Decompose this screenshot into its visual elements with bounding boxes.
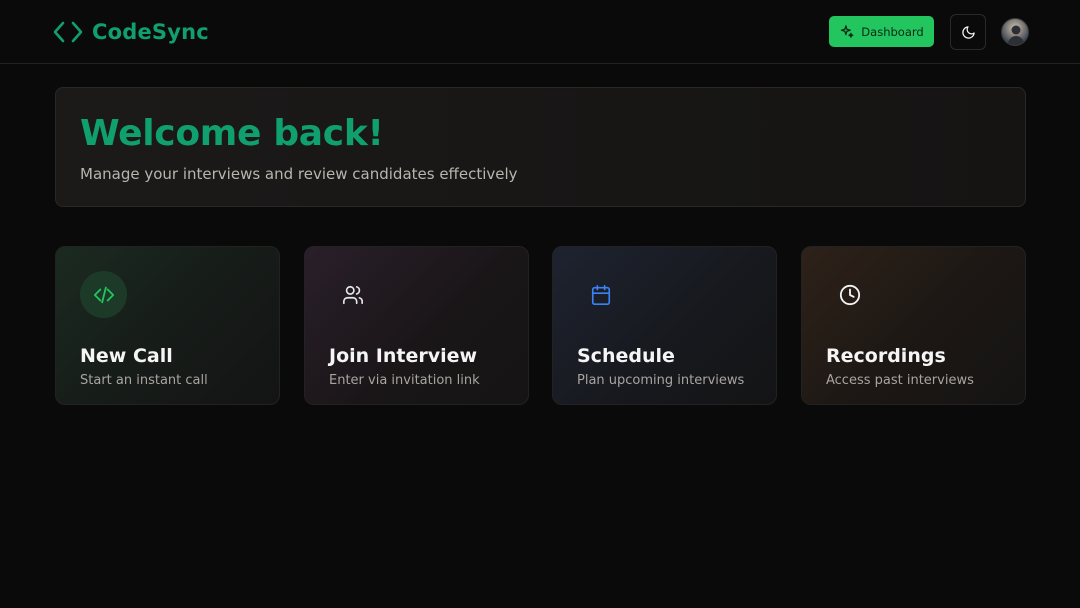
card-title: New Call [80, 345, 173, 367]
schedule-icon-wrap [577, 271, 624, 318]
welcome-subtitle: Manage your interviews and review candid… [80, 165, 518, 183]
recordings-card[interactable]: Recordings Access past interviews [801, 246, 1026, 405]
join-interview-icon-wrap [329, 271, 376, 318]
new-call-card[interactable]: New Call Start an instant call [55, 246, 280, 405]
code-icon [93, 286, 114, 303]
card-description: Plan upcoming interviews [577, 373, 745, 388]
user-avatar[interactable] [1001, 18, 1029, 46]
join-interview-card[interactable]: Join Interview Enter via invitation link [304, 246, 529, 405]
card-title: Recordings [826, 345, 946, 367]
users-icon [342, 285, 363, 304]
brand-link[interactable]: CodeSync [53, 18, 209, 46]
theme-toggle-button[interactable] [950, 14, 986, 50]
sparkles-icon [841, 25, 854, 38]
dashboard-button-label: Dashboard [861, 24, 924, 39]
card-title: Join Interview [329, 345, 478, 367]
avatar-image [1007, 25, 1025, 45]
navbar: CodeSync Dashboard [0, 0, 1080, 64]
dashboard-button[interactable]: Dashboard [829, 16, 934, 47]
code-brackets-icon [53, 21, 83, 43]
card-description: Start an instant call [80, 373, 208, 388]
card-description: Enter via invitation link [329, 373, 480, 388]
schedule-card[interactable]: Schedule Plan upcoming interviews [552, 246, 777, 405]
welcome-banner: Welcome back! Manage your interviews and… [55, 87, 1026, 207]
clock-icon [839, 284, 860, 305]
moon-icon [961, 25, 975, 39]
brand-name: CodeSync [92, 20, 209, 44]
new-call-icon-wrap [80, 271, 127, 318]
card-description: Access past interviews [826, 373, 974, 388]
welcome-title: Welcome back! [80, 113, 384, 154]
calendar-icon [591, 284, 610, 305]
recordings-icon-wrap [826, 271, 873, 318]
card-title: Schedule [577, 345, 675, 367]
